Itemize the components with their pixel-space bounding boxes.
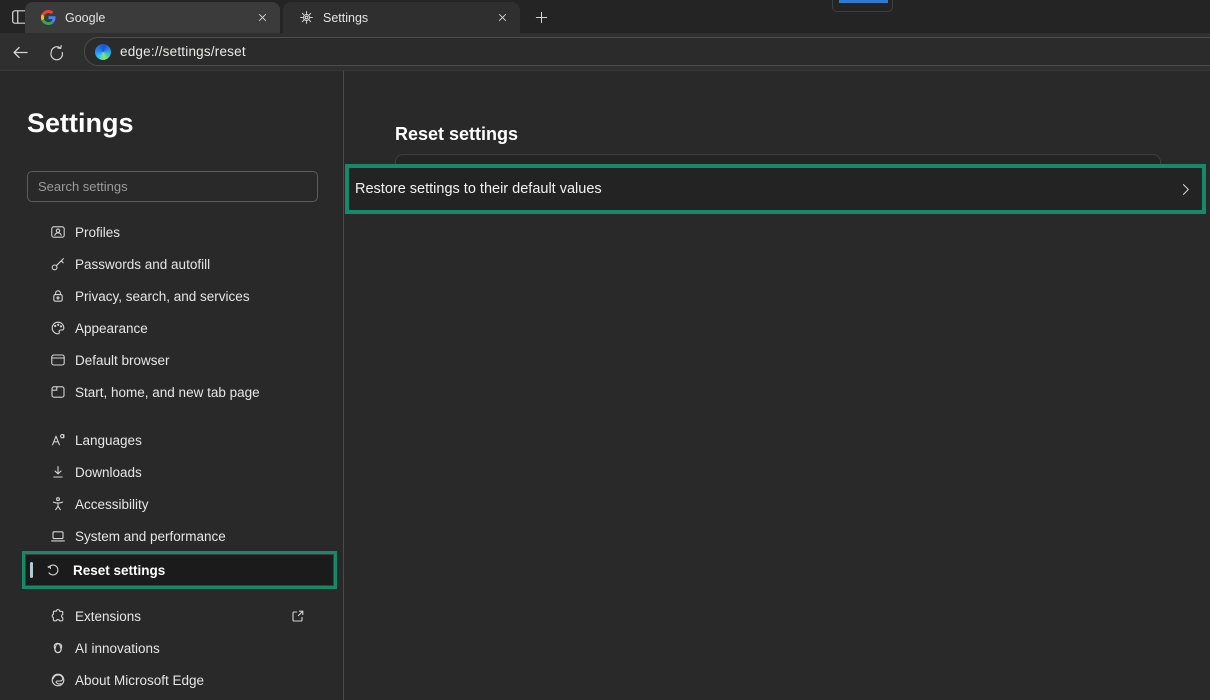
sidebar-item-reset-settings[interactable]: Reset settings: [26, 555, 333, 585]
close-icon: [496, 11, 509, 24]
tab-title: Settings: [323, 11, 493, 25]
sidebar-item-label: Passwords and autofill: [75, 257, 210, 272]
refresh-icon: [48, 44, 65, 61]
background-window-accent-line: [839, 0, 888, 3]
address-bar[interactable]: edge://settings/reset: [84, 37, 1210, 66]
sidebar-item-label: Appearance: [75, 321, 148, 336]
lock-icon: [50, 288, 66, 304]
sidebar-item-label: System and performance: [75, 529, 226, 544]
sidebar-divider: [343, 71, 344, 700]
new-tab-page-icon: [50, 384, 66, 400]
edge-browser-window: { "browser": { "tabs": [ { "title": "Goo…: [0, 0, 1210, 700]
selection-indicator: [30, 562, 33, 578]
back-arrow-icon: [11, 43, 30, 62]
annotation-box: Reset settings: [22, 551, 337, 589]
sidebar-item-label: Privacy, search, and services: [75, 289, 250, 304]
sidebar-item-system-performance[interactable]: System and performance: [27, 520, 320, 552]
tab-strip: Google Settings: [0, 0, 1210, 33]
tab-close-button[interactable]: [253, 9, 271, 27]
key-icon: [50, 256, 66, 272]
restore-settings-row[interactable]: Restore settings to their default values: [349, 168, 1202, 210]
chevron-right-icon: [1178, 182, 1193, 197]
sidebar-item-downloads[interactable]: Downloads: [27, 456, 320, 488]
section-heading: Reset settings: [395, 124, 518, 145]
sidebar-item-about-edge[interactable]: About Microsoft Edge: [27, 664, 320, 696]
copilot-icon: [50, 640, 66, 656]
sidebar-item-privacy[interactable]: Privacy, search, and services: [27, 280, 320, 312]
sidebar-item-label: Accessibility: [75, 497, 149, 512]
profiles-icon: [50, 224, 66, 240]
sidebar-item-label: Reset settings: [73, 563, 165, 578]
restore-settings-label: Restore settings to their default values: [355, 181, 602, 197]
browser-toolbar: edge://settings/reset: [0, 33, 1210, 70]
annotation-box: Restore settings to their default values: [345, 164, 1206, 214]
sidebar-item-appearance[interactable]: Appearance: [27, 312, 320, 344]
sidebar-item-label: Downloads: [75, 465, 142, 480]
page-title: Settings: [27, 108, 134, 139]
sidebar-item-extensions[interactable]: Extensions: [27, 600, 320, 632]
gear-icon: [298, 10, 314, 26]
edge-logo-icon: [95, 44, 111, 60]
sidebar-item-profiles[interactable]: Profiles: [27, 216, 320, 248]
settings-page: Settings Profiles Passwords and autofill…: [0, 71, 1210, 700]
sidebar-item-label: About Microsoft Edge: [75, 673, 204, 688]
tab-close-button[interactable]: [493, 9, 511, 27]
tab-title: Google: [65, 11, 253, 25]
close-icon: [256, 11, 269, 24]
edge-logo-icon: [50, 672, 66, 688]
download-icon: [50, 464, 66, 480]
back-button[interactable]: [9, 41, 31, 63]
sidebar-item-accessibility[interactable]: Accessibility: [27, 488, 320, 520]
laptop-icon: [50, 528, 66, 544]
sidebar-item-label: AI innovations: [75, 641, 160, 656]
google-g-icon: [40, 10, 56, 26]
browser-window-icon: [50, 352, 66, 368]
sidebar-item-languages[interactable]: Languages: [27, 424, 320, 456]
sidebar-item-start-home-newtab[interactable]: Start, home, and new tab page: [27, 376, 320, 408]
sidebar-item-ai-innovations[interactable]: AI innovations: [27, 632, 320, 664]
reset-icon: [45, 562, 61, 578]
new-tab-button[interactable]: [530, 6, 552, 28]
sidebar-item-passwords[interactable]: Passwords and autofill: [27, 248, 320, 280]
tab-google[interactable]: Google: [25, 2, 280, 33]
tab-settings[interactable]: Settings: [283, 2, 520, 33]
search-input[interactable]: [27, 171, 318, 202]
palette-icon: [50, 320, 66, 336]
sidebar-item-label: Extensions: [75, 609, 141, 624]
sidebar-item-label: Profiles: [75, 225, 120, 240]
sidebar-item-label: Languages: [75, 433, 142, 448]
sidebar-item-label: Start, home, and new tab page: [75, 385, 260, 400]
puzzle-icon: [50, 608, 66, 624]
external-link-icon: [290, 608, 306, 624]
accessibility-icon: [50, 496, 66, 512]
plus-icon: [534, 10, 549, 25]
refresh-button[interactable]: [45, 41, 67, 63]
sidebar-item-default-browser[interactable]: Default browser: [27, 344, 320, 376]
url-text: edge://settings/reset: [120, 44, 246, 59]
languages-icon: [50, 432, 66, 448]
sidebar-item-label: Default browser: [75, 353, 170, 368]
